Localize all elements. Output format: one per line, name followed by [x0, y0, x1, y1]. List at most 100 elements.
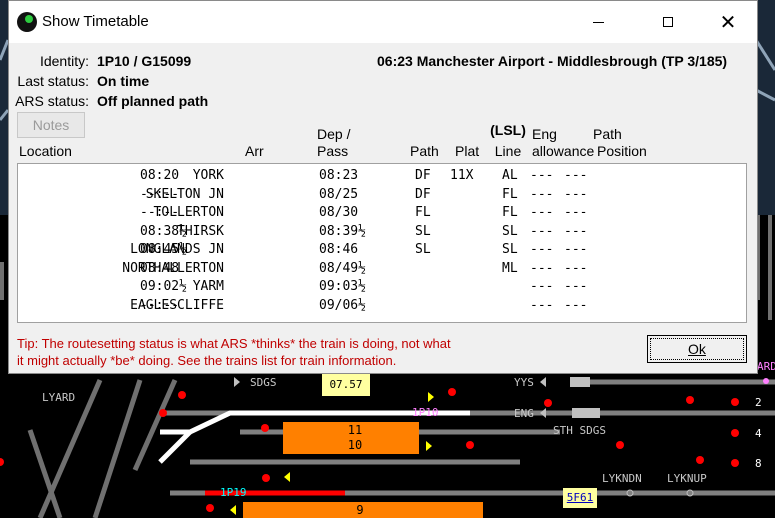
label-sth-sdgs: STH SDGS — [553, 424, 606, 437]
cell-pos: --- — [564, 168, 588, 183]
cell-location: YORK — [192, 168, 224, 183]
cell-pos: --- — [564, 242, 588, 257]
title-bar[interactable]: Show Timetable ✕ — [9, 1, 757, 43]
clock-display: 07.57 — [322, 374, 370, 396]
cell-path: DF — [415, 186, 431, 202]
minimize-button[interactable] — [575, 1, 621, 43]
headcode-1p10[interactable]: 1P10 — [412, 406, 439, 419]
cell-location: THIRSK — [177, 223, 224, 239]
timetable-list[interactable]: YORK 08:20 08:23 DF 11X AL --- --- SKELT… — [17, 163, 747, 323]
service-description: 06:23 Manchester Airport - Middlesbrough… — [377, 53, 728, 69]
cell-arr: 08:48 — [140, 260, 180, 276]
table-row[interactable]: YARM 09:02½ 09:03½ --- --- — [18, 279, 746, 297]
col-eng-line2: allowance — [532, 143, 595, 159]
cell-location: TOLLERTON — [153, 205, 224, 220]
table-row[interactable]: NORTHALLERTON 08:48 08/49½ ML --- --- — [18, 260, 746, 279]
cell-line: FL — [502, 205, 518, 220]
cell-arr: 08:45½ — [140, 242, 187, 257]
table-row[interactable]: YORK 08:20 08:23 DF 11X AL --- --- — [18, 168, 746, 186]
col-line-label: Line — [494, 143, 522, 159]
table-row[interactable]: EAGLESCLIFFE --:-- 09/06½ --- --- — [18, 297, 746, 316]
cell-dep: 08:39½ — [319, 223, 366, 239]
table-row[interactable]: LONGLANDS JN 08:45½ 08:46 SL SL --- --- — [18, 242, 746, 260]
ars-status-value: Off planned path — [97, 93, 209, 109]
cell-line: SL — [502, 223, 518, 239]
ars-status-label: ARS status: — [15, 93, 89, 109]
col-location: Location — [19, 143, 72, 159]
platform-11-label: 11 — [347, 423, 363, 437]
maximize-icon — [663, 17, 673, 27]
col-arr: Arr — [245, 143, 264, 159]
cell-pos: --- — [564, 297, 588, 313]
cell-location: SKELTON JN — [145, 186, 224, 202]
cell-pos: --- — [564, 186, 588, 202]
cell-dep: 08/25 — [319, 186, 359, 202]
cell-line: FL — [502, 186, 518, 202]
minimize-icon — [592, 21, 604, 23]
platform-9-label: 9 — [356, 503, 364, 517]
cell-line: AL — [502, 168, 518, 183]
cell-line: ML — [502, 260, 518, 276]
close-button[interactable]: ✕ — [705, 1, 751, 43]
cell-eng: --- — [530, 279, 554, 294]
col-dep-line2: Pass — [317, 143, 349, 159]
platform-10-label: 10 — [347, 438, 363, 452]
cell-eng: --- — [530, 297, 554, 313]
cell-eng: --- — [530, 168, 554, 183]
cell-location: EAGLESCLIFFE — [130, 297, 224, 313]
close-icon: ✕ — [719, 11, 737, 34]
table-row[interactable]: SKELTON JN --:-- 08/25 DF FL --- --- — [18, 186, 746, 205]
tip-text: Tip: The routesetting status is what ARS… — [17, 335, 617, 369]
cell-pos: --- — [564, 223, 588, 239]
cell-arr: 08:20 — [140, 168, 180, 183]
headcode-1p19[interactable]: 1P19 — [220, 486, 247, 499]
label-ard: ARD — [757, 360, 775, 373]
dialog-title: Show Timetable — [42, 13, 149, 30]
signal-number-8: 8 — [755, 457, 762, 470]
cell-arr: --:-- — [140, 186, 180, 202]
col-eng: Eng allowance — [532, 126, 594, 160]
table-row[interactable]: THIRSK 08:38½ 08:39½ SL SL --- --- — [18, 223, 746, 242]
cell-eng: --- — [530, 242, 554, 257]
cell-location: NORTHALLERTON — [122, 260, 224, 276]
cell-dep: 09:03½ — [319, 279, 366, 294]
cell-path: SL — [415, 242, 431, 257]
label-lyknup: LYKNUP — [667, 472, 707, 485]
cell-line: SL — [502, 242, 518, 257]
cell-arr: --:-- — [140, 205, 180, 220]
last-status-label: Last status: — [17, 73, 89, 89]
cell-path: FL — [415, 205, 431, 220]
cell-arr: 09:02½ — [140, 279, 187, 294]
col-dep-line1: Dep / — [317, 126, 351, 142]
cell-arr: 08:38½ — [140, 223, 187, 239]
col-line-lsl: (LSL) — [490, 122, 526, 138]
cell-plat: 11X — [450, 168, 474, 183]
signal-number-2: 2 — [755, 396, 762, 409]
col-plat: Plat — [455, 143, 480, 159]
col-pathpos-line1: Path — [593, 126, 622, 142]
tip-line-2: it might actually *be* doing. See the tr… — [17, 353, 397, 368]
cell-pos: --- — [564, 279, 588, 294]
cell-eng: --- — [530, 260, 554, 276]
cell-dep: 08/30 — [319, 205, 359, 220]
cell-location: LONGLANDS JN — [130, 242, 224, 257]
cell-path: DF — [415, 168, 431, 183]
signal-number-4: 4 — [755, 427, 762, 440]
ok-button[interactable]: Ok — [647, 335, 747, 363]
cell-eng: --- — [530, 223, 554, 239]
identity-label: Identity: — [39, 53, 89, 69]
identity-value: 1P10 / G15099 — [97, 53, 192, 69]
cell-pos: --- — [564, 260, 588, 276]
app-icon — [17, 12, 37, 32]
label-yys: YYS — [514, 376, 534, 389]
col-path-position: Path Position — [593, 126, 647, 160]
cell-dep: 09/06½ — [319, 297, 366, 313]
notes-button[interactable]: Notes — [17, 112, 85, 138]
col-pathpos-line2: Position — [597, 143, 647, 159]
maximize-button[interactable] — [645, 1, 691, 43]
cell-path: SL — [415, 223, 431, 239]
col-dep: Dep / Pass — [317, 126, 350, 160]
label-eng: ENG — [514, 407, 534, 420]
table-row[interactable]: TOLLERTON --:-- 08/30 FL FL --- --- — [18, 205, 746, 223]
berth-5f61[interactable]: 5F61 — [563, 488, 597, 508]
